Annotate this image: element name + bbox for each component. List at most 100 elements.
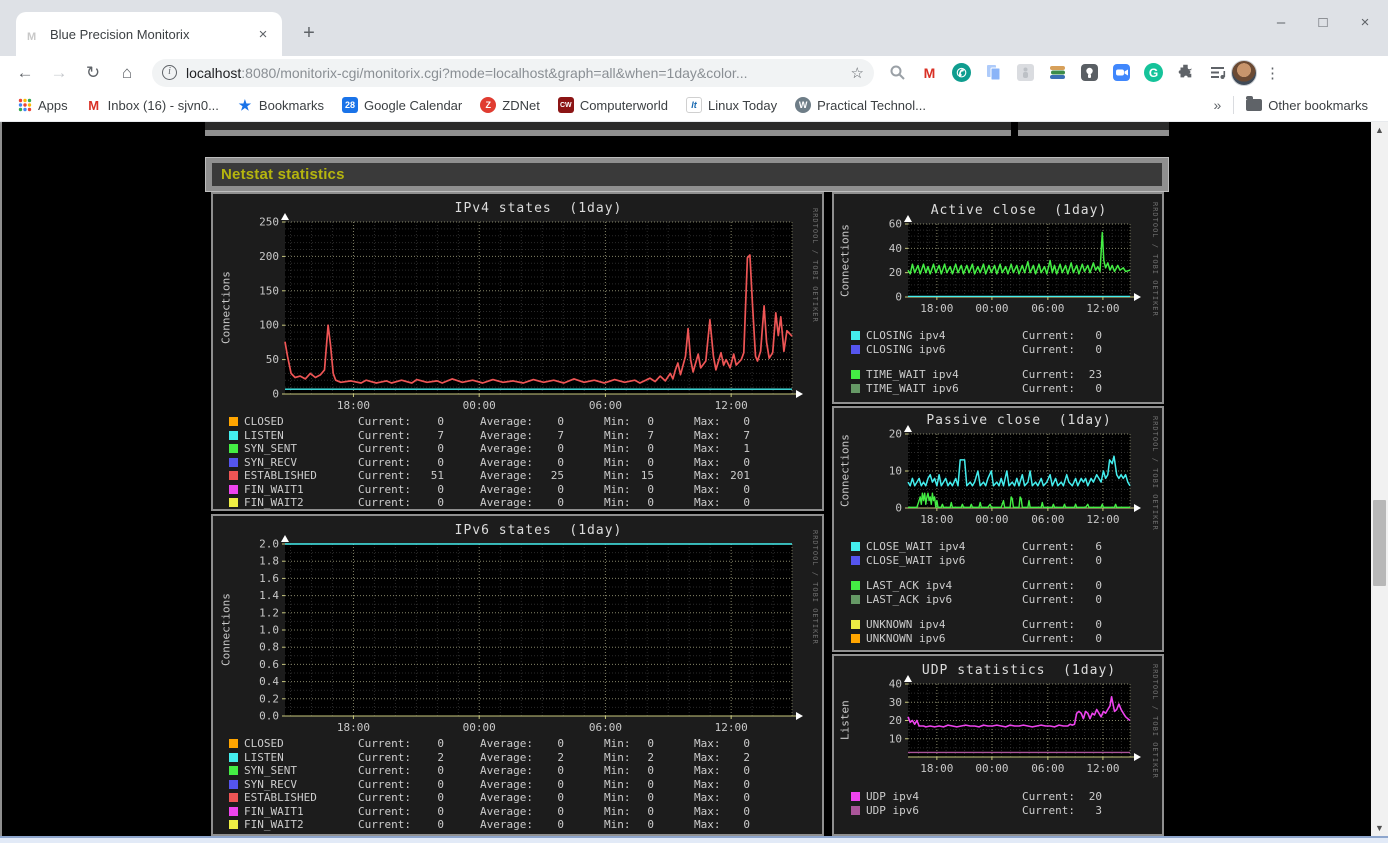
legend-swatch-icon: [229, 417, 238, 427]
svg-text:12:00: 12:00: [715, 399, 748, 412]
svg-text:12:00: 12:00: [715, 721, 748, 734]
legend-swatch-icon: [851, 370, 860, 380]
gmail-extension-icon[interactable]: M: [920, 63, 939, 82]
reload-icon[interactable]: ↻: [76, 63, 110, 83]
extensions-puzzle-icon[interactable]: [1176, 63, 1195, 82]
svg-text:06:00: 06:00: [589, 721, 622, 734]
bookmark-google-calendar[interactable]: 28 Google Calendar: [341, 97, 462, 113]
reading-list-icon[interactable]: [1208, 63, 1227, 82]
profile-avatar[interactable]: [1231, 59, 1257, 86]
legend-row: CLOSED Current: 0 Average: 0 Min: 0 Max: 0: [229, 737, 822, 751]
book-stack-extension-icon[interactable]: [1048, 63, 1067, 82]
browser-window: M Blue Precision Monitorix × + – □ × ← →…: [0, 0, 1388, 843]
legend-swatch-icon: [229, 484, 238, 494]
new-tab-button[interactable]: +: [296, 20, 322, 46]
svg-text:12:00: 12:00: [1086, 513, 1119, 526]
browser-tab[interactable]: M Blue Precision Monitorix ×: [16, 12, 282, 56]
legend-row: UDP ipv6 Current: 3: [851, 804, 1162, 818]
chart-panel-ipv6-states[interactable]: IPv6 states (1day) Connections RRDTOOL / T…: [211, 514, 824, 836]
calendar-icon: 28: [341, 97, 358, 113]
legend-swatch-icon: [229, 457, 238, 467]
google-voice-extension-icon[interactable]: ✆: [952, 63, 971, 82]
bookmark-zdnet[interactable]: Z ZDNet: [480, 97, 540, 113]
chart-panel-ipv4-states[interactable]: IPv4 states (1day) Connections RRDTOOL / T…: [211, 192, 824, 511]
svg-text:06:00: 06:00: [589, 399, 622, 412]
legend-swatch-icon: [229, 752, 238, 762]
search-extension-icon[interactable]: [888, 63, 907, 82]
legend-row: CLOSED Current: 0 Average: 0 Min: 0 Max: 0: [229, 415, 822, 429]
computerworld-icon: CW: [557, 97, 574, 113]
tab-strip: M Blue Precision Monitorix × + – □ ×: [0, 0, 1388, 56]
bookmark-practical-technology[interactable]: W Practical Technol...: [795, 97, 926, 113]
bookmark-star-icon[interactable]: ☆: [851, 64, 864, 82]
lamp-extension-icon[interactable]: [1080, 63, 1099, 82]
svg-text:150: 150: [259, 284, 279, 297]
bookmarks-overflow-chevron[interactable]: »: [1214, 97, 1222, 113]
svg-text:20: 20: [889, 714, 902, 727]
zdnet-icon: Z: [480, 97, 497, 113]
legend-row: UNKNOWN ipv4 Current: 0: [851, 618, 1162, 632]
bookmark-bookmarks[interactable]: ★ Bookmarks: [237, 97, 324, 113]
svg-text:2.0: 2.0: [259, 538, 279, 551]
svg-text:18:00: 18:00: [920, 762, 953, 775]
copy-docs-extension-icon[interactable]: [984, 63, 1003, 82]
bookmarks-separator: [1233, 96, 1235, 114]
section-title: Netstat statistics: [212, 163, 1162, 186]
svg-text:0.6: 0.6: [259, 658, 279, 671]
disabled-extension-icon[interactable]: [1016, 63, 1035, 82]
legend-row: SYN_SENT Current: 0 Average: 0 Min: 0 Max: 0: [229, 764, 822, 778]
url-text[interactable]: localhost:8080/monitorix-cgi/monitorix.c…: [186, 65, 845, 81]
legend-row: ESTABLISHED Current: 51 Average: 25 Min: 15 Max…: [229, 469, 822, 483]
svg-text:50: 50: [266, 353, 279, 366]
legend-swatch-icon: [851, 542, 860, 552]
scroll-up-icon[interactable]: ▲: [1371, 122, 1388, 138]
bookmark-inbox[interactable]: M Inbox (16) - sjvn0...: [86, 97, 219, 113]
legend-swatch-icon: [851, 620, 860, 630]
scroll-down-icon[interactable]: ▼: [1371, 820, 1388, 836]
url-host: localhost: [186, 64, 242, 81]
monitorix-favicon-icon: M: [27, 31, 36, 42]
bookmark-linux-today[interactable]: lt Linux Today: [685, 97, 777, 113]
chart-panel-passive-close[interactable]: Passive close (1day) Connections RRDTOOL /…: [832, 406, 1164, 652]
address-bar[interactable]: i localhost:8080/monitorix-cgi/monitorix…: [152, 58, 874, 87]
svg-text:10: 10: [889, 732, 902, 745]
browser-menu-icon[interactable]: ⋮: [1265, 64, 1280, 82]
bookmark-apps[interactable]: Apps: [18, 98, 68, 113]
svg-text:0: 0: [272, 388, 279, 401]
scrollbar-thumb[interactable]: [1373, 500, 1386, 586]
svg-text:1.0: 1.0: [259, 624, 279, 637]
url-rest: :8080/monitorix-cgi/monitorix.cgi?mode=l…: [241, 64, 748, 81]
legend-swatch-icon: [229, 806, 238, 816]
back-icon[interactable]: ←: [8, 63, 42, 83]
home-icon[interactable]: ⌂: [110, 63, 144, 83]
wordpress-icon: W: [795, 97, 812, 113]
svg-text:00:00: 00:00: [463, 721, 496, 734]
tab-close-icon[interactable]: ×: [254, 26, 272, 43]
chart-panel-udp-statistics[interactable]: UDP statistics (1day) Listen RRDTOOL / TOB…: [832, 654, 1164, 836]
page-info-icon[interactable]: i: [162, 65, 177, 80]
chart-legend: CLOSE_WAIT ipv4 Current: 6 CLOSE_WAIT ipv6 C…: [834, 540, 1162, 645]
forward-icon[interactable]: →: [42, 63, 76, 83]
svg-text:M: M: [27, 31, 36, 42]
page-scrollbar[interactable]: ▲ ▼: [1371, 122, 1388, 836]
legend-row: LAST_ACK ipv6 Current: 0: [851, 593, 1162, 607]
maximize-icon[interactable]: □: [1314, 14, 1332, 31]
minimize-icon[interactable]: –: [1272, 14, 1290, 31]
zoom-meeting-extension-icon[interactable]: [1112, 63, 1131, 82]
svg-text:20: 20: [889, 266, 902, 279]
legend-row: CLOSE_WAIT ipv4 Current: 6: [851, 540, 1162, 554]
window-controls: – □ ×: [1272, 14, 1374, 31]
other-bookmarks-button[interactable]: Other bookmarks: [1246, 96, 1368, 113]
svg-text:18:00: 18:00: [337, 721, 370, 734]
extension-icons: M ✆ G: [888, 63, 1227, 82]
page-content: Netstat statistics IPv4 states (1day) Con…: [0, 122, 1371, 836]
linux-today-icon: lt: [685, 97, 702, 113]
legend-row: TIME_WAIT ipv4 Current: 23: [851, 368, 1162, 382]
legend-row: ESTABLISHED Current: 0 Average: 0 Min: 0 Max: 0: [229, 791, 822, 805]
close-icon[interactable]: ×: [1356, 14, 1374, 31]
chart-panel-active-close[interactable]: Active close (1day) Connections RRDTOOL / …: [832, 192, 1164, 404]
grammarly-extension-icon[interactable]: G: [1144, 63, 1163, 82]
legend-row: SYN_SENT Current: 0 Average: 0 Min: 0 Max: 1: [229, 442, 822, 456]
bookmark-computerworld[interactable]: CW Computerworld: [557, 97, 668, 113]
svg-text:1.2: 1.2: [259, 606, 279, 619]
